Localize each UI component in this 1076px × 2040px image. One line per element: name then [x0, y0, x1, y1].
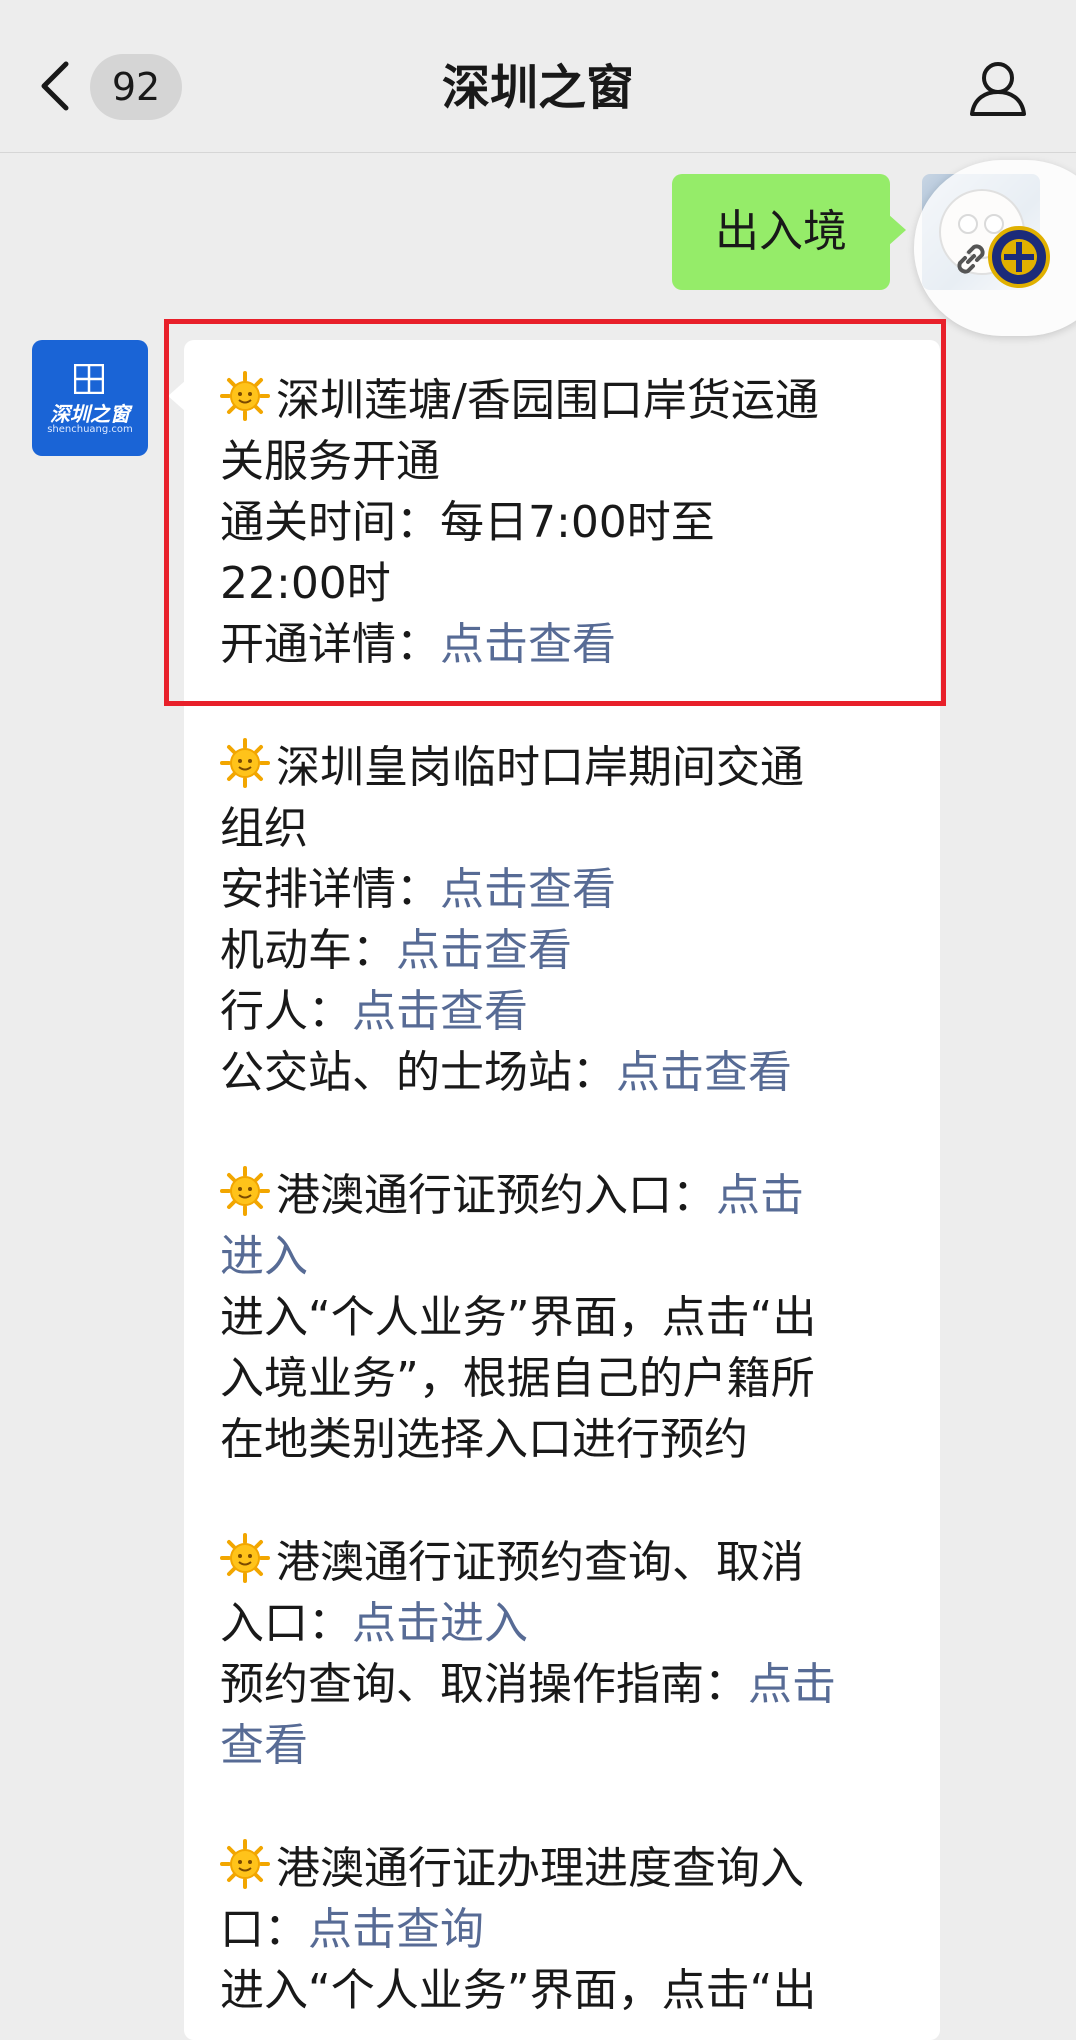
message-line: 进入 [220, 1226, 920, 1287]
line-text: 口： [220, 1904, 308, 1955]
sun-emoji-icon [220, 1166, 270, 1216]
message-line: 口：点击查询 [220, 1899, 920, 1960]
message-link[interactable]: 点击查询 [308, 1904, 484, 1955]
line-text: 入口： [220, 1598, 352, 1649]
message-link[interactable]: 点击 [748, 1659, 836, 1710]
window-logo-icon [74, 364, 104, 394]
message-line: 组织 [220, 798, 920, 859]
message-content: 深圳莲塘/香园围口岸货运通关服务开通通关时间：每日7:00时至 22:00时 开通详… [220, 370, 920, 2021]
line-text: 入境业务”，根据自己的户籍所 [220, 1353, 815, 1404]
line-text: 关服务开通 [220, 436, 440, 487]
message-line: 进入“个人业务”界面，点击“出 [220, 1287, 920, 1348]
line-text: 深圳皇岗临时口岸期间交通 [276, 742, 804, 793]
logo-subtext: shenchuang.com [47, 424, 133, 435]
line-text: 开通详情： [220, 619, 440, 670]
message-link[interactable]: 点击 [716, 1170, 804, 1221]
back-button[interactable] [36, 56, 76, 116]
line-text: 通关时间：每日7:00时至 [220, 497, 715, 548]
line-text: 港澳通行证预约入口： [276, 1170, 716, 1221]
message-link[interactable]: 点击查看 [396, 925, 572, 976]
message-line: 入境业务”，根据自己的户籍所 [220, 1348, 920, 1409]
sun-emoji-icon [220, 738, 270, 788]
message-line: 关服务开通 [220, 431, 920, 492]
person-icon [970, 62, 1026, 116]
message-line: 港澳通行证预约查询、取消 [220, 1532, 920, 1593]
message-link[interactable]: 点击进入 [352, 1598, 528, 1649]
message-link[interactable]: 点击查看 [616, 1047, 792, 1098]
line-text: 进入“个人业务”界面，点击“出 [220, 1292, 817, 1343]
line-text: 组织 [220, 803, 308, 854]
profile-button[interactable] [968, 58, 1028, 118]
message-link[interactable]: 点击查看 [440, 619, 616, 670]
line-text: 机动车： [220, 925, 396, 976]
message-line: 港澳通行证办理进度查询入 [220, 1838, 920, 1899]
message-line: 开通详情：点击查看 [220, 614, 920, 675]
message-line: 公交站、的士场站：点击查看 [220, 1042, 920, 1103]
line-text: 港澳通行证办理进度查询入 [276, 1843, 804, 1894]
official-account-avatar[interactable]: 深圳之窗 shenchuang.com [32, 340, 148, 456]
message-line: 港澳通行证预约入口：点击 [220, 1165, 920, 1226]
line-text: 预约查询、取消操作指南： [220, 1659, 748, 1710]
emergency-emblem-icon [988, 226, 1050, 288]
line-text: 进入“个人业务”界面，点击“出 [220, 1965, 817, 2016]
sun-emoji-icon [220, 1839, 270, 1889]
message-link[interactable]: 点击查看 [440, 864, 616, 915]
message-line: 22:00时 [220, 553, 920, 614]
message-line: 深圳皇岗临时口岸期间交通 [220, 737, 920, 798]
incoming-message-bubble: 深圳莲塘/香园围口岸货运通关服务开通通关时间：每日7:00时至 22:00时 开通详… [168, 340, 940, 2040]
sun-emoji-icon [220, 371, 270, 421]
line-text: 在地类别选择入口进行预约 [220, 1414, 748, 1465]
message-line: 安排详情：点击查看 [220, 859, 920, 920]
message-line: 在地类别选择入口进行预约 [220, 1409, 920, 1470]
message-line: 入口：点击进入 [220, 1593, 920, 1654]
chevron-left-icon [41, 61, 69, 111]
message-line: 进入“个人业务”界面，点击“出 [220, 1960, 920, 2021]
sun-emoji-icon [220, 1533, 270, 1583]
unread-count-badge[interactable]: 92 [90, 54, 182, 120]
logo-text: 深圳之窗 [50, 402, 130, 426]
message-line: 行人：点击查看 [220, 981, 920, 1042]
message-line: 查看 [220, 1715, 920, 1776]
message-line: 深圳莲塘/香园围口岸货运通 [220, 370, 920, 431]
message-line: 机动车：点击查看 [220, 920, 920, 981]
message-link[interactable]: 点击查看 [352, 986, 528, 1037]
message-link[interactable]: 进入 [220, 1231, 308, 1282]
message-line: 通关时间：每日7:00时至 [220, 492, 920, 553]
line-text: 港澳通行证预约查询、取消 [276, 1537, 804, 1588]
message-link[interactable]: 查看 [220, 1720, 308, 1771]
line-text: 行人： [220, 986, 352, 1037]
line-text: 安排详情： [220, 864, 440, 915]
line-text: 深圳莲塘/香园围口岸货运通 [276, 375, 819, 426]
line-text: 22:00时 [220, 558, 391, 609]
chat-header: 92 深圳之窗 [0, 0, 1076, 153]
message-line: 预约查询、取消操作指南：点击 [220, 1654, 920, 1715]
outgoing-message-bubble[interactable]: 出入境 [672, 174, 906, 290]
line-text: 公交站、的士场站： [220, 1047, 616, 1098]
